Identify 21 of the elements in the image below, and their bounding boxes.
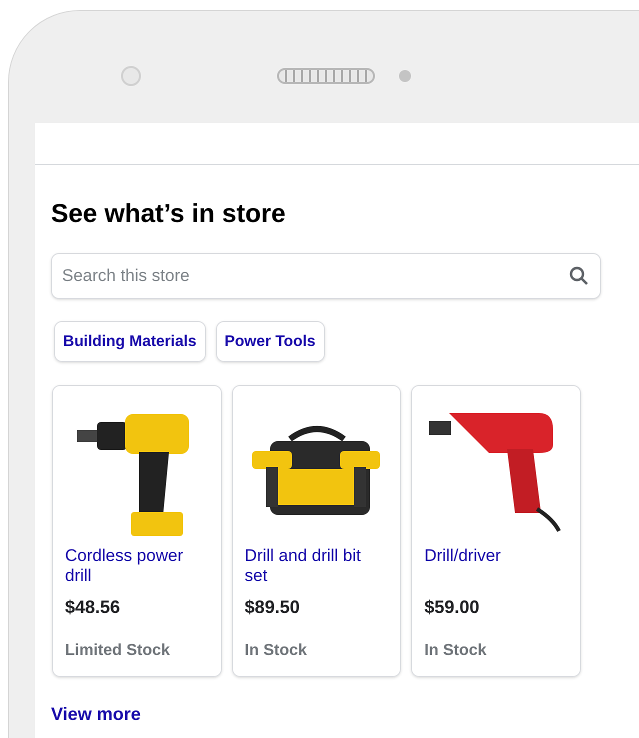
view-more-link[interactable]: View more <box>51 701 141 728</box>
product-price: $48.56 <box>65 596 122 619</box>
search-icon[interactable] <box>569 266 589 286</box>
stock-status: In Stock <box>244 641 308 661</box>
stock-status: In Stock <box>424 641 488 661</box>
search-field[interactable]: Search this store <box>51 253 601 299</box>
product-card[interactable]: Drill and drill bit set $89.50 In Stock <box>232 385 402 677</box>
product-card[interactable]: Drill/driver $59.00 In Stock <box>411 385 582 677</box>
filter-chip[interactable]: Building Materials <box>54 321 206 362</box>
filter-chip[interactable]: Power Tools <box>216 321 325 362</box>
product-price: $59.00 <box>424 596 480 619</box>
sensor-icon <box>399 70 411 82</box>
camera-icon <box>121 66 141 86</box>
section-heading: See what’s in store <box>51 197 287 229</box>
product-card[interactable]: Cordless power drill $48.56 Limited Stock <box>52 385 222 677</box>
product-name[interactable]: Drill/driver <box>424 546 568 590</box>
product-price: $89.50 <box>244 596 301 619</box>
speaker-grille-icon <box>277 68 375 84</box>
stock-status: Limited Stock <box>65 641 171 661</box>
product-name[interactable]: Drill and drill bit set <box>244 546 388 590</box>
product-name[interactable]: Cordless power drill <box>65 546 209 590</box>
